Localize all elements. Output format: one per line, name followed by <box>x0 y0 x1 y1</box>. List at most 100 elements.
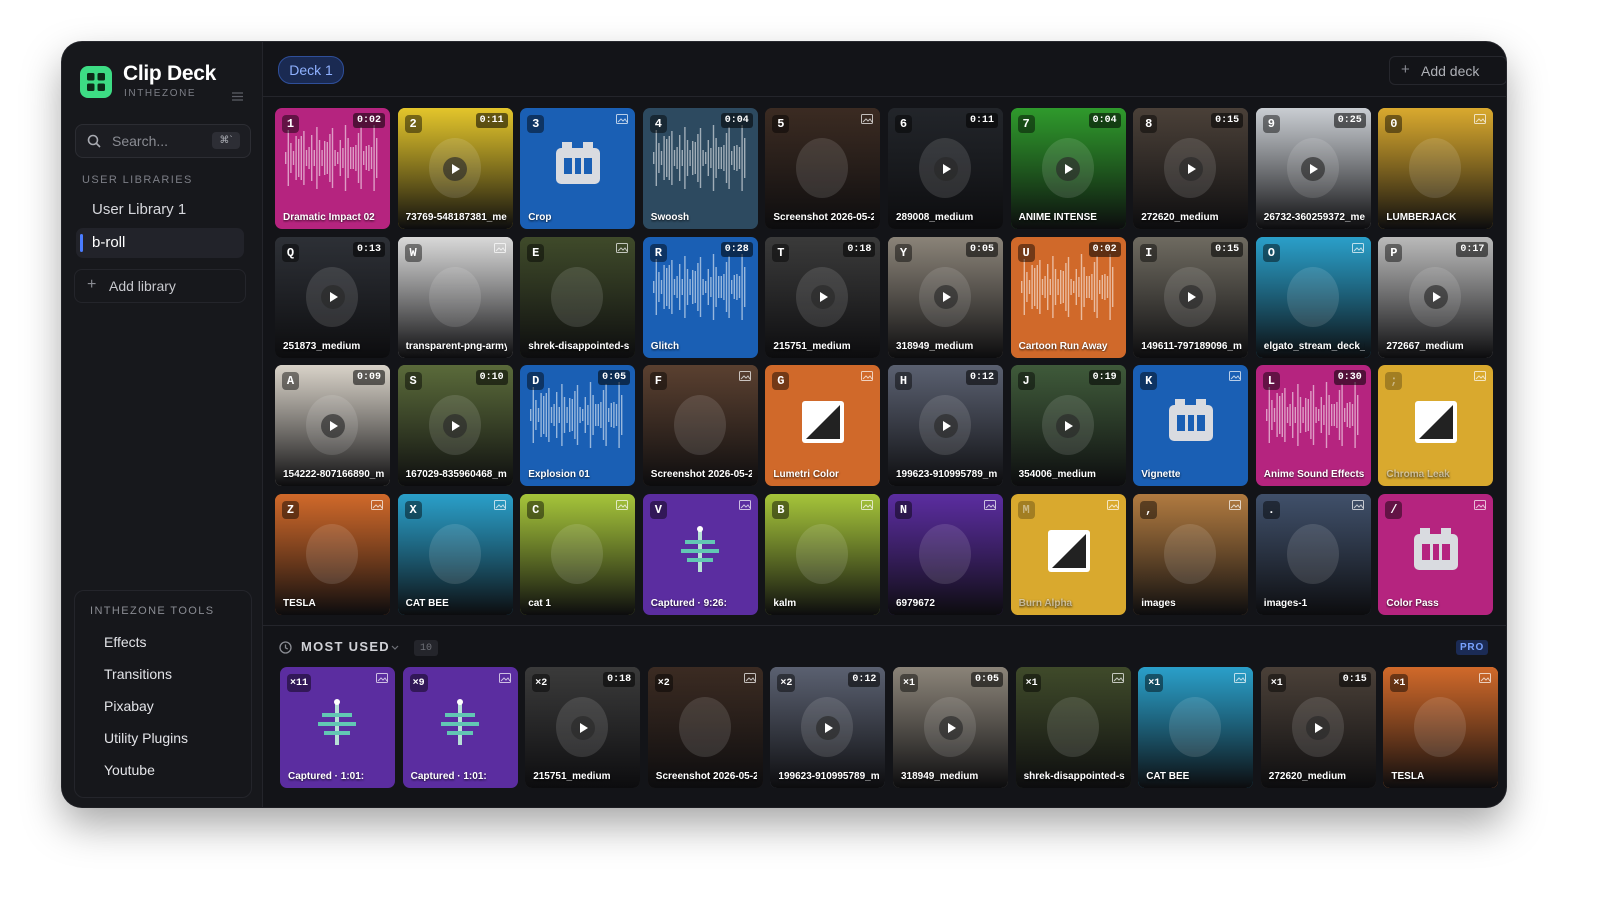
clip-tile[interactable]: 8 0:15 272620_medium <box>1133 108 1249 229</box>
tool-effects[interactable]: Effects <box>104 634 147 650</box>
clip-tile[interactable]: U 0:02 Cartoon Run Away <box>1010 236 1126 358</box>
clip-tile[interactable]: Bkalm <box>765 493 881 615</box>
clip-name: TESLA <box>283 597 316 609</box>
clip-tile[interactable]: J 0:19 354006_medium <box>1010 365 1126 486</box>
duration-badge: 0:12 <box>848 672 881 687</box>
clip-name: Cartoon Run Away <box>1018 340 1108 352</box>
clip-tile[interactable]: S 0:10 167029-835960468_me <box>397 365 513 486</box>
clip-tile[interactable]: D 0:05 Explosion 01 <box>520 365 636 486</box>
clip-tile[interactable]: 0 LUMBERJACK <box>1378 108 1494 229</box>
hotkey-badge: R <box>649 243 667 262</box>
sidebar-item-b-roll[interactable]: b-roll <box>76 228 244 258</box>
sidebar: Clip Deck INTHEZONE Search... ⌘` USER LI… <box>62 42 263 807</box>
play-icon[interactable] <box>320 285 345 309</box>
add-deck-button[interactable]: + Add deck <box>1389 56 1506 85</box>
clip-tile[interactable]: 4 0:04 Swoosh <box>642 108 758 229</box>
deck-tab[interactable]: Deck 1 <box>278 56 344 84</box>
clip-tile[interactable]: ×1 0:15 272620_medium <box>1260 667 1376 788</box>
clip-name: kalm <box>773 597 797 609</box>
clip-tile[interactable]: I 0:15 149611-797189096_me <box>1133 236 1249 358</box>
play-icon[interactable] <box>1423 285 1448 309</box>
clip-tile[interactable]: , images <box>1133 493 1249 615</box>
clip-tile[interactable]: H 0:12 199623-910995789_me <box>888 365 1003 486</box>
play-icon[interactable] <box>933 285 958 309</box>
chevron-down-icon[interactable] <box>391 645 399 651</box>
clip-tile[interactable]: X CAT BEE <box>397 493 513 615</box>
clip-tile[interactable]: 2 0:11 73769-548187381_med <box>397 108 513 229</box>
clip-tile[interactable]: 3 Crop <box>520 108 636 229</box>
play-icon[interactable] <box>443 413 468 438</box>
clip-tile[interactable]: Eshrek-disappointed-sh <box>520 236 636 358</box>
duration-badge: 0:11 <box>965 113 998 128</box>
clip-tile[interactable]: F Screenshot 2026-05-26 <box>642 365 758 486</box>
clip-tile[interactable]: ×9 Captured · 1:01: <box>402 667 518 788</box>
clip-tile[interactable]: 1 0:02 Dramatic Impact 02 <box>275 108 390 229</box>
play-icon[interactable] <box>933 413 958 438</box>
clip-tile[interactable]: Z TESLA <box>275 493 390 615</box>
tool-youtube[interactable]: Youtube <box>104 762 155 778</box>
play-icon[interactable] <box>320 413 345 438</box>
clip-tile[interactable]: M Burn Alpha <box>1010 493 1126 615</box>
clip-tile[interactable]: ×1 shrek-disappointed-sh <box>1015 667 1131 788</box>
search-box[interactable]: Search... ⌘` <box>75 124 251 158</box>
tool-transitions[interactable]: Transitions <box>104 666 172 682</box>
play-icon[interactable] <box>1178 156 1203 181</box>
tool-utility-plugins[interactable]: Utility Plugins <box>104 730 188 746</box>
clip-tile[interactable]: ×2 0:12 199623-910995789_me <box>770 667 886 788</box>
play-icon[interactable] <box>938 715 963 740</box>
clip-tile[interactable]: / Color Pass <box>1378 493 1494 615</box>
play-icon[interactable] <box>933 156 958 181</box>
play-icon[interactable] <box>810 285 835 309</box>
clip-tile[interactable]: ×11 Captured · 1:01: <box>280 667 395 788</box>
add-library-button[interactable]: + Add library <box>74 269 246 303</box>
clip-tile[interactable]: Wtransparent-png-army- <box>397 236 513 358</box>
hotkey-badge: 2 <box>404 115 422 133</box>
clip-tile[interactable]: . images-1 <box>1255 493 1371 615</box>
duration-badge: 0:09 <box>352 370 385 385</box>
search-input[interactable]: Search... <box>112 133 168 149</box>
clip-tile[interactable]: ×1 CAT BEE <box>1138 667 1254 788</box>
menu-icon[interactable] <box>232 92 243 101</box>
clip-name: shrek-disappointed-sh <box>528 340 630 352</box>
clip-name: LUMBERJACK <box>1386 212 1457 223</box>
duration-badge: 0:05 <box>598 370 631 385</box>
tool-pixabay[interactable]: Pixabay <box>104 698 154 714</box>
duration-badge: 0:11 <box>475 113 508 128</box>
clip-tile[interactable]: Ccat 1 <box>520 493 636 615</box>
play-icon[interactable] <box>1178 285 1203 309</box>
clip-tile[interactable]: 6 0:11 289008_medium <box>888 108 1003 229</box>
clip-tile[interactable]: L 0:30 Anime Sound Effects <box>1255 365 1371 486</box>
clip-tile[interactable]: ×2 0:18 215751_medium <box>525 667 641 788</box>
clip-tile[interactable]: R 0:28 Glitch <box>642 236 758 358</box>
play-icon[interactable] <box>443 156 468 181</box>
clip-tile[interactable]: ×1 TESLA <box>1383 667 1499 788</box>
clip-tile[interactable]: 5 Screenshot 2026-05-26 <box>765 108 881 229</box>
play-icon[interactable] <box>1306 715 1331 740</box>
clip-tile[interactable]: Y 0:05 318949_medium <box>888 236 1003 358</box>
hotkey-badge: N <box>895 500 912 519</box>
clip-tile[interactable]: N 6979672 <box>888 493 1003 615</box>
most-used-heading[interactable]: MOST USED <box>301 639 390 654</box>
clip-tile[interactable]: A 0:09 154222-807166890_me <box>275 365 390 486</box>
clip-tile[interactable]: 9 0:25 26732-360259372_med <box>1255 108 1371 229</box>
clip-tile[interactable]: ; Chroma Leak <box>1378 365 1494 486</box>
clip-tile[interactable]: T 0:18 215751_medium <box>765 236 881 358</box>
play-icon[interactable] <box>570 715 595 740</box>
clip-name: Anime Sound Effects <box>1263 469 1365 480</box>
image-type-icon <box>984 499 996 510</box>
clip-tile[interactable]: ×2 Screenshot 2026-05-26 <box>647 667 763 788</box>
clip-tile[interactable]: Oelgato_stream_deck_k <box>1255 236 1371 358</box>
clip-tile[interactable]: V Captured · 9:26: <box>642 493 758 615</box>
clip-tile[interactable]: P 0:17 272667_medium <box>1378 236 1494 358</box>
play-icon[interactable] <box>1056 156 1081 181</box>
clip-tile[interactable]: ×1 0:05 318949_medium <box>893 667 1008 788</box>
play-icon[interactable] <box>1056 413 1081 438</box>
play-icon[interactable] <box>815 715 840 740</box>
image-type-icon <box>743 673 756 683</box>
play-icon[interactable] <box>1301 156 1326 181</box>
sidebar-item-user-library-1[interactable]: User Library 1 <box>76 195 244 225</box>
clip-tile[interactable]: 7 0:04 ANIME INTENSE <box>1010 108 1126 229</box>
clip-tile[interactable]: G Lumetri Color <box>765 365 881 486</box>
clip-tile[interactable]: K Vignette <box>1133 365 1249 486</box>
clip-tile[interactable]: Q 0:13 251873_medium <box>275 236 390 358</box>
